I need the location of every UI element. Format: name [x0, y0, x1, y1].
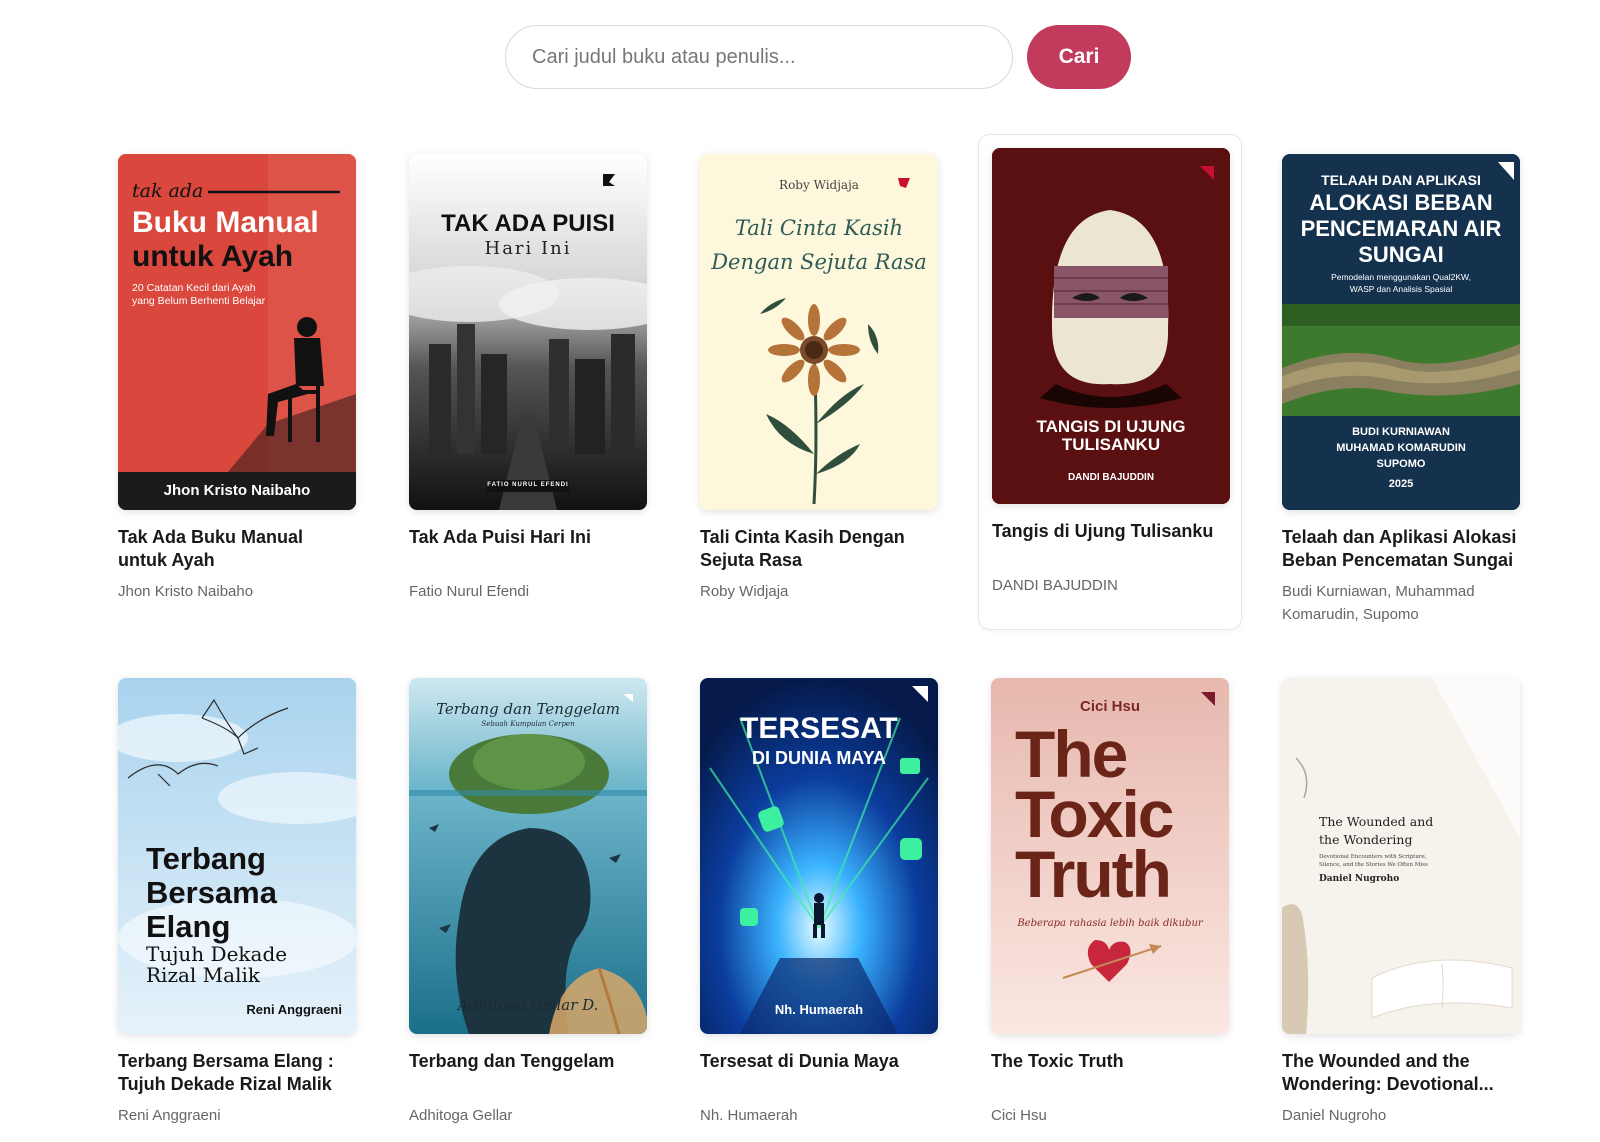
- cover-author: Reni Anggraeni: [246, 1002, 342, 1017]
- cover-line: yang Belum Berhenti Belajar: [132, 295, 266, 307]
- book-card[interactable]: Terbang Bersama Elang Tujuh Dekade Rizal…: [118, 678, 356, 1127]
- cover-line: Rizal Malik: [146, 963, 260, 987]
- cover-line: TELAAH DAN APLIKASI: [1321, 172, 1481, 188]
- book-author: Nh. Humaerah: [700, 1107, 798, 1124]
- cover-line: Tali Cinta Kasih: [734, 216, 904, 240]
- book-card[interactable]: tak ada Buku Manual untuk Ayah 20 Catata…: [118, 154, 356, 603]
- cover-line: the Wondering: [1319, 832, 1413, 847]
- cover-illustration: [409, 678, 647, 1034]
- cover-line: PENCEMARAN AIR: [1300, 216, 1502, 241]
- cover-author: Adhitoga Gellar D.: [457, 996, 599, 1014]
- book-card[interactable]: The Wounded and the Wondering Devotional…: [1282, 678, 1520, 1127]
- book-cover[interactable]: TELAAH DAN APLIKASI ALOKASI BEBAN PENCEM…: [1282, 154, 1520, 510]
- cover-line: tak ada: [132, 180, 204, 202]
- book-card[interactable]: Roby Widjaja Tali Cinta Kasih Dengan Sej…: [700, 154, 938, 603]
- cover-author: BUDI KURNIAWAN: [1352, 426, 1450, 438]
- book-author: Adhitoga Gellar: [409, 1107, 513, 1124]
- cover-line: Terbang dan Tenggelam: [436, 700, 620, 718]
- book-author: Jhon Kristo Naibaho: [118, 583, 254, 600]
- book-card[interactable]: TELAAH DAN APLIKASI ALOKASI BEBAN PENCEM…: [1282, 154, 1520, 626]
- book-cover[interactable]: tak ada Buku Manual untuk Ayah 20 Catata…: [118, 154, 356, 510]
- book-title[interactable]: Tak Ada Buku Manual untuk Ayah: [118, 526, 356, 572]
- book-author: DANDI BAJUDDIN: [992, 577, 1118, 594]
- cover-line: ALOKASI BEBAN: [1309, 190, 1493, 215]
- book-title[interactable]: Tak Ada Puisi Hari Ini: [409, 526, 647, 572]
- book-title[interactable]: Tali Cinta Kasih Dengan Sejuta Rasa: [700, 526, 938, 572]
- cover-line: Elang: [146, 909, 231, 944]
- cover-line: Hari Ini: [484, 238, 572, 259]
- book-cover[interactable]: TANGIS DI UJUNG TULISANKU DANDI BAJUDDIN: [992, 148, 1230, 504]
- cover-line: Truth: [1015, 837, 1172, 911]
- cover-illustration: [700, 154, 938, 510]
- cover-line: TAK ADA PUISI: [441, 210, 615, 237]
- cover-line: Beberapa rahasia lebih baik dikubur: [1017, 918, 1203, 929]
- cover-author: SUPOMO: [1376, 458, 1426, 470]
- book-cover[interactable]: Cici Hsu The Toxic Truth Beberapa rahasi…: [991, 678, 1229, 1034]
- book-author: Roby Widjaja: [700, 583, 789, 600]
- cover-line: TULISANKU: [1061, 435, 1161, 454]
- book-card[interactable]: TANGIS DI UJUNG TULISANKU DANDI BAJUDDIN…: [978, 134, 1242, 630]
- book-author: Reni Anggraeni: [118, 1107, 221, 1124]
- book-card[interactable]: TERSESAT DI DUNIA MAYA Nh. Humaerah Ters…: [700, 678, 938, 1127]
- book-card[interactable]: Terbang dan Tenggelam Sebuah Kumpulan Ce…: [409, 678, 647, 1127]
- book-cover[interactable]: Terbang dan Tenggelam Sebuah Kumpulan Ce…: [409, 678, 647, 1034]
- cover-line: Pemodelan menggunakan Qual2KW,: [1331, 272, 1471, 282]
- book-cover[interactable]: Terbang Bersama Elang Tujuh Dekade Rizal…: [118, 678, 356, 1034]
- cover-illustration: [409, 154, 647, 510]
- cover-author: MUHAMAD KOMARUDIN: [1336, 442, 1466, 454]
- cover-author: Jhon Kristo Naibaho: [163, 482, 311, 499]
- cover-author: FATIO NURUL EFENDI: [487, 482, 569, 488]
- cover-line: Sebuah Kumpulan Cerpen: [481, 720, 575, 728]
- cover-line: 20 Catatan Kecil dari Ayah: [132, 282, 256, 294]
- cover-line: Tujuh Dekade: [146, 942, 288, 966]
- cover-author: Roby Widjaja: [779, 178, 859, 192]
- cover-line: DI DUNIA MAYA: [751, 748, 887, 768]
- cover-author: Nh. Humaerah: [774, 1002, 864, 1017]
- book-title[interactable]: The Toxic Truth: [991, 1050, 1229, 1096]
- cover-line: Devotional Encounters with Scripture,: [1319, 854, 1427, 860]
- book-author: Fatio Nurul Efendi: [409, 583, 530, 600]
- book-cover[interactable]: TAK ADA PUISI Hari Ini FATIO NURUL EFEND…: [409, 154, 647, 510]
- cover-line: The Wounded and: [1319, 814, 1434, 829]
- cover-line: Terbang: [146, 841, 266, 876]
- book-title[interactable]: Tersesat di Dunia Maya: [700, 1050, 938, 1096]
- cover-line: Dengan Sejuta Rasa: [711, 250, 927, 274]
- book-author: Cici Hsu: [991, 1107, 1047, 1124]
- cover-line: WASP dan Analisis Spasial: [1349, 284, 1453, 294]
- cover-author: Cici Hsu: [1079, 698, 1140, 715]
- book-card[interactable]: TAK ADA PUISI Hari Ini FATIO NURUL EFEND…: [409, 154, 647, 603]
- cover-year: 2025: [1388, 478, 1414, 490]
- cover-line: Buku Manual: [132, 206, 319, 239]
- cover-line: Bersama: [146, 875, 277, 910]
- cover-line: Toxic: [1015, 777, 1174, 851]
- cover-line: SUNGAI: [1358, 242, 1444, 267]
- cover-author: Daniel Nugroho: [1319, 874, 1400, 884]
- book-title[interactable]: Tangis di Ujung Tulisanku: [992, 520, 1228, 566]
- book-title[interactable]: The Wounded and the Wondering: Devotiona…: [1282, 1050, 1520, 1096]
- book-title[interactable]: Telaah dan Aplikasi Alokasi Beban Pencem…: [1282, 526, 1520, 572]
- book-cover[interactable]: TERSESAT DI DUNIA MAYA Nh. Humaerah: [700, 678, 938, 1034]
- cover-line: The: [1015, 717, 1128, 791]
- book-cover[interactable]: The Wounded and the Wondering Devotional…: [1282, 678, 1520, 1034]
- book-title[interactable]: Terbang dan Tenggelam: [409, 1050, 647, 1096]
- book-author: Daniel Nugroho: [1282, 1107, 1387, 1124]
- book-title[interactable]: Terbang Bersama Elang : Tujuh Dekade Riz…: [118, 1050, 356, 1096]
- book-author: Budi Kurniawan, Muhammad Komarudin, Supo…: [1282, 583, 1475, 623]
- cover-line: untuk Ayah: [132, 240, 294, 273]
- cover-author: DANDI BAJUDDIN: [1067, 472, 1155, 483]
- book-card[interactable]: Cici Hsu The Toxic Truth Beberapa rahasi…: [991, 678, 1229, 1127]
- book-cover[interactable]: Roby Widjaja Tali Cinta Kasih Dengan Sej…: [700, 154, 938, 510]
- cover-line: Silence, and the Stories We Often Miss: [1319, 862, 1428, 868]
- cover-line: TANGIS DI UJUNG: [1036, 417, 1186, 436]
- cover-line: TERSESAT: [740, 712, 898, 745]
- book-grid: tak ada Buku Manual untuk Ayah 20 Catata…: [0, 0, 1600, 1142]
